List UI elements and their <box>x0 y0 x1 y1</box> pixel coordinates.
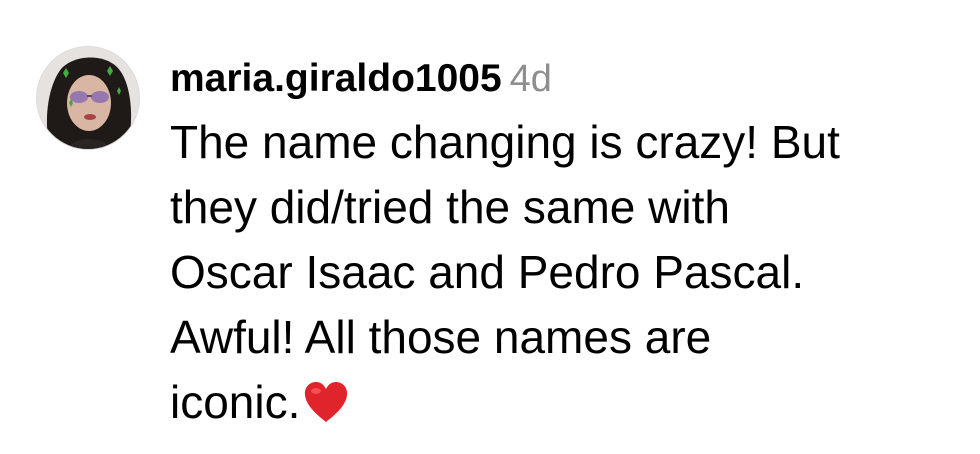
comment: maria.giraldo1005 4d The name changing is… <box>0 0 980 454</box>
timestamp[interactable]: 4d <box>510 58 552 100</box>
comment-meta: maria.giraldo1005 4d <box>170 50 970 108</box>
comment-text: The name changing is crazy! But they did… <box>170 110 970 435</box>
username-link[interactable]: maria.giraldo1005 <box>170 57 502 100</box>
avatar-image <box>37 47 139 149</box>
avatar[interactable] <box>36 46 140 150</box>
comment-text-line: Oscar Isaac and Pedro Pascal. <box>170 246 805 298</box>
red-heart-icon <box>302 376 350 422</box>
comment-text-line: The name changing is crazy! But <box>170 116 840 168</box>
comment-text-line-last: iconic. <box>170 370 970 435</box>
comment-text-line: they did/tried the same with <box>170 181 730 233</box>
comment-text-line: Awful! All those names are <box>170 311 712 363</box>
comment-body: maria.giraldo1005 4d The name changing is… <box>170 50 970 435</box>
comment-text-fragment: iconic. <box>170 376 301 428</box>
